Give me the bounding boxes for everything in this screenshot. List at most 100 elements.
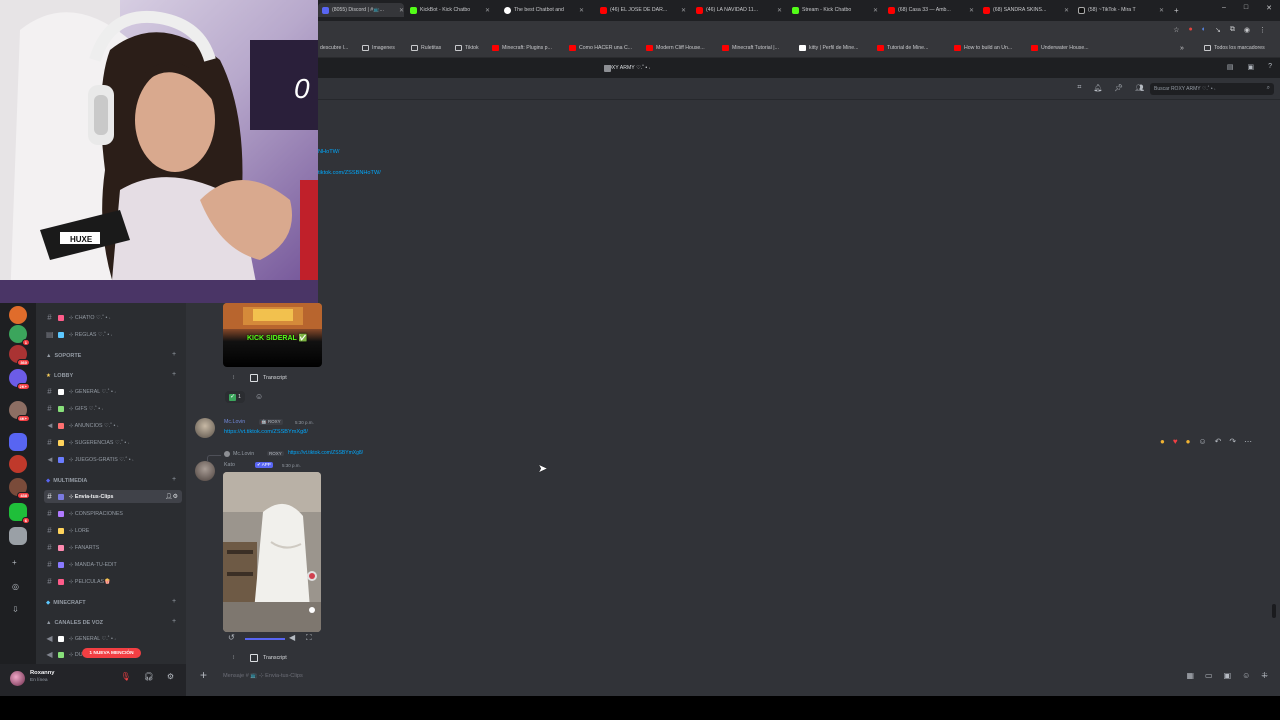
add-reaction-icon[interactable]: ☺ xyxy=(255,392,263,401)
video-player[interactable] xyxy=(223,472,321,632)
tab-youtube-2[interactable]: (46) LA NAVIDAD 11... ✕ xyxy=(696,3,782,17)
category-multimedia[interactable]: ◆ MULTIMEDIA + xyxy=(46,476,176,484)
tab-kick-stream[interactable]: Stream - Kick Chatbo ✕ xyxy=(792,3,878,17)
server-icon[interactable]: 360 xyxy=(9,345,30,366)
bookmark-item[interactable]: Ruletitas xyxy=(411,45,441,51)
message-author[interactable]: Kato xyxy=(224,462,235,468)
emoji-reaction-icon[interactable]: ● xyxy=(1160,437,1165,446)
search-input[interactable]: Buscar ROXY ARMY ♡.˚ • ˖ ⌕ xyxy=(1150,83,1274,95)
category-soporte[interactable]: ▲ SOPORTE + xyxy=(46,351,176,359)
tab-youtube-4[interactable]: (68) SANDRA SKINS... ✕ xyxy=(983,3,1069,17)
profile-avatar[interactable]: ◉ xyxy=(1244,26,1250,34)
category-lobby[interactable]: ★ LOBBY + xyxy=(46,371,176,379)
server-icon[interactable]: 1 xyxy=(9,325,30,346)
channel-sugerencias[interactable]: # ⊹ SUGERENCIAS ♡.˚ • ˖ xyxy=(44,436,182,449)
thumbs-reaction-icon[interactable]: ● xyxy=(1186,437,1191,446)
extension-icon[interactable]: ● xyxy=(1189,26,1193,34)
sticker-icon[interactable]: ▣ xyxy=(1224,671,1232,680)
add-reaction-icon[interactable]: ☺ xyxy=(1198,437,1206,446)
bookmark-item[interactable]: Minecraft: Plugins p... xyxy=(492,45,552,51)
message-link[interactable]: tiktok.com/ZSSBNHoTW/ xyxy=(318,170,381,176)
close-icon[interactable]: ✕ xyxy=(1159,7,1164,14)
video-progress-bar[interactable] xyxy=(245,638,285,640)
bookmark-item[interactable]: Underwater House... xyxy=(1031,45,1089,51)
address-bar[interactable]: ☆ ● ◐ ↘ ⧉ ◉ ⋮ xyxy=(318,21,1280,41)
server-icon[interactable] xyxy=(9,455,27,473)
close-icon[interactable]: ✕ xyxy=(777,7,782,14)
channel-fanarts[interactable]: # ⊹ FANARTS xyxy=(44,541,182,554)
avatar[interactable] xyxy=(195,461,215,481)
add-channel-icon[interactable]: + xyxy=(172,618,176,625)
close-icon[interactable]: ✕ xyxy=(969,7,974,14)
extension-icon[interactable]: ↘ xyxy=(1215,26,1221,34)
notification-bell-icon[interactable]: 🔔︎ xyxy=(1093,84,1102,92)
explore-icon[interactable]: ◎ xyxy=(12,582,19,591)
close-icon[interactable]: ✕ xyxy=(485,7,490,14)
bookmark-item[interactable]: Tutorial de Mine... xyxy=(877,45,928,51)
reply-icon[interactable]: ↶ xyxy=(1215,437,1222,446)
mute-mic-icon[interactable]: 🎙︎ xyxy=(121,672,131,681)
fullscreen-icon[interactable]: ⛶ xyxy=(306,633,312,643)
inbox-icon[interactable]: ▤ xyxy=(1227,63,1234,71)
tab-youtube-1[interactable]: (46) EL JOSE DE DAR... ✕ xyxy=(600,3,686,17)
channel-lore[interactable]: # ⊹ LORE xyxy=(44,524,182,537)
message-author[interactable]: Mc.Lovin xyxy=(224,419,245,425)
menu-icon[interactable]: ⋮ xyxy=(1259,26,1266,34)
tab-kickbot[interactable]: KickBot - Kick Chatbo ✕ xyxy=(410,3,490,17)
channel-peliculas[interactable]: # ⊹ PELICULAS🍿 xyxy=(44,575,182,588)
more-bookmarks-icon[interactable]: » xyxy=(1180,45,1184,52)
reaction-check[interactable]: ✓ 1 xyxy=(225,391,245,403)
reply-author[interactable]: Mc.Lovin xyxy=(233,451,254,457)
server-icon[interactable]: 438 xyxy=(9,478,30,499)
close-icon[interactable]: ✕ xyxy=(579,7,584,14)
tab-tiktok[interactable]: (58) ~TikTok - Mira T ✕ xyxy=(1078,3,1164,17)
more-icon[interactable]: ⋯ xyxy=(1244,437,1252,446)
avatar[interactable] xyxy=(10,671,25,686)
forward-icon[interactable]: ↷ xyxy=(1229,437,1236,446)
channel-reglas[interactable]: ▤ ⊹ REGLAS ♡.˚ • ˖ xyxy=(44,328,182,341)
upload-plus-icon[interactable]: + xyxy=(200,668,207,682)
channel-envia-tus-clips[interactable]: # ⊹ Envia-tus-Clips 👤︎⚙ xyxy=(44,490,182,503)
close-icon[interactable]: ✕ xyxy=(681,7,686,14)
bookmark-item[interactable]: Como HACER una C... xyxy=(569,45,632,51)
minimize-button[interactable]: – xyxy=(1222,4,1226,12)
help-icon[interactable]: ? xyxy=(1268,63,1272,71)
server-icon[interactable] xyxy=(9,306,27,324)
server-icon[interactable]: 4K+ xyxy=(9,401,30,422)
scrollbar[interactable] xyxy=(1272,604,1276,618)
reply-link[interactable]: https://vt.tiktok.com/ZSSBYmXg8/ xyxy=(288,450,363,456)
pin-icon[interactable]: 📌︎ xyxy=(1114,84,1123,92)
maximize-button[interactable]: □ xyxy=(1244,4,1248,12)
gift-icon[interactable]: ▦ xyxy=(1186,671,1194,680)
members-icon[interactable]: 👥︎ xyxy=(1135,84,1144,92)
close-icon[interactable]: ✕ xyxy=(1064,7,1069,14)
avatar[interactable] xyxy=(195,418,215,438)
close-icon[interactable]: ✕ xyxy=(399,7,404,14)
apps-icon[interactable]: ⁜ xyxy=(1261,671,1268,680)
add-server-icon[interactable]: + xyxy=(12,558,17,567)
heart-reaction-icon[interactable]: ♥ xyxy=(1173,437,1178,446)
all-bookmarks[interactable]: Todos los marcadores xyxy=(1204,45,1265,51)
channel-juegos-gratis[interactable]: ◄ ⊹ JUEGOS-GRATIS ♡.˚ • ˖ xyxy=(44,453,182,466)
channel-anuncios[interactable]: ◄ ⊹ ANUNCIOS ♡.˚ • ˖ xyxy=(44,419,182,432)
transcript-button[interactable]: ⁞ Transcript xyxy=(233,374,287,382)
replay-icon[interactable]: ↺ xyxy=(228,633,235,642)
channel-conspiraciones[interactable]: # ⊹ CONSPIRACIONES xyxy=(44,507,182,520)
channel-chat[interactable]: # ⊹ CHAT!O ♡.˚ • ˖ xyxy=(44,311,182,324)
server-icon[interactable] xyxy=(9,527,27,545)
bookmark-item[interactable]: Tiktok xyxy=(455,45,479,51)
tab-chatbot[interactable]: The best Chatbot and ✕ xyxy=(504,3,584,17)
transcript-button[interactable]: ⁞ Transcript xyxy=(233,654,287,662)
downloads-icon[interactable]: ⧉ xyxy=(1230,26,1235,34)
bookmark-item[interactable]: How to build an Un... xyxy=(954,45,1012,51)
server-icon[interactable]: 6 xyxy=(9,503,30,524)
gear-icon[interactable]: ⚙ xyxy=(167,672,174,681)
extension-icon[interactable]: ◐ xyxy=(1202,26,1206,34)
new-tab-button[interactable]: + xyxy=(1174,3,1184,17)
category-minecraft[interactable]: ◆ MINECRAFT + xyxy=(46,598,176,606)
message-link[interactable]: https://vt.tiktok.com/ZSSBYmXg8/ xyxy=(224,429,308,435)
bookmark-item[interactable]: Minecraft Tutorial |... xyxy=(722,45,779,51)
channel-settings-icon[interactable]: 👤︎⚙ xyxy=(165,493,178,500)
tab-youtube-3[interactable]: (68) Casa 33 — Amb... ✕ xyxy=(888,3,974,17)
bookmark-star-icon[interactable]: ☆ xyxy=(1173,26,1179,34)
